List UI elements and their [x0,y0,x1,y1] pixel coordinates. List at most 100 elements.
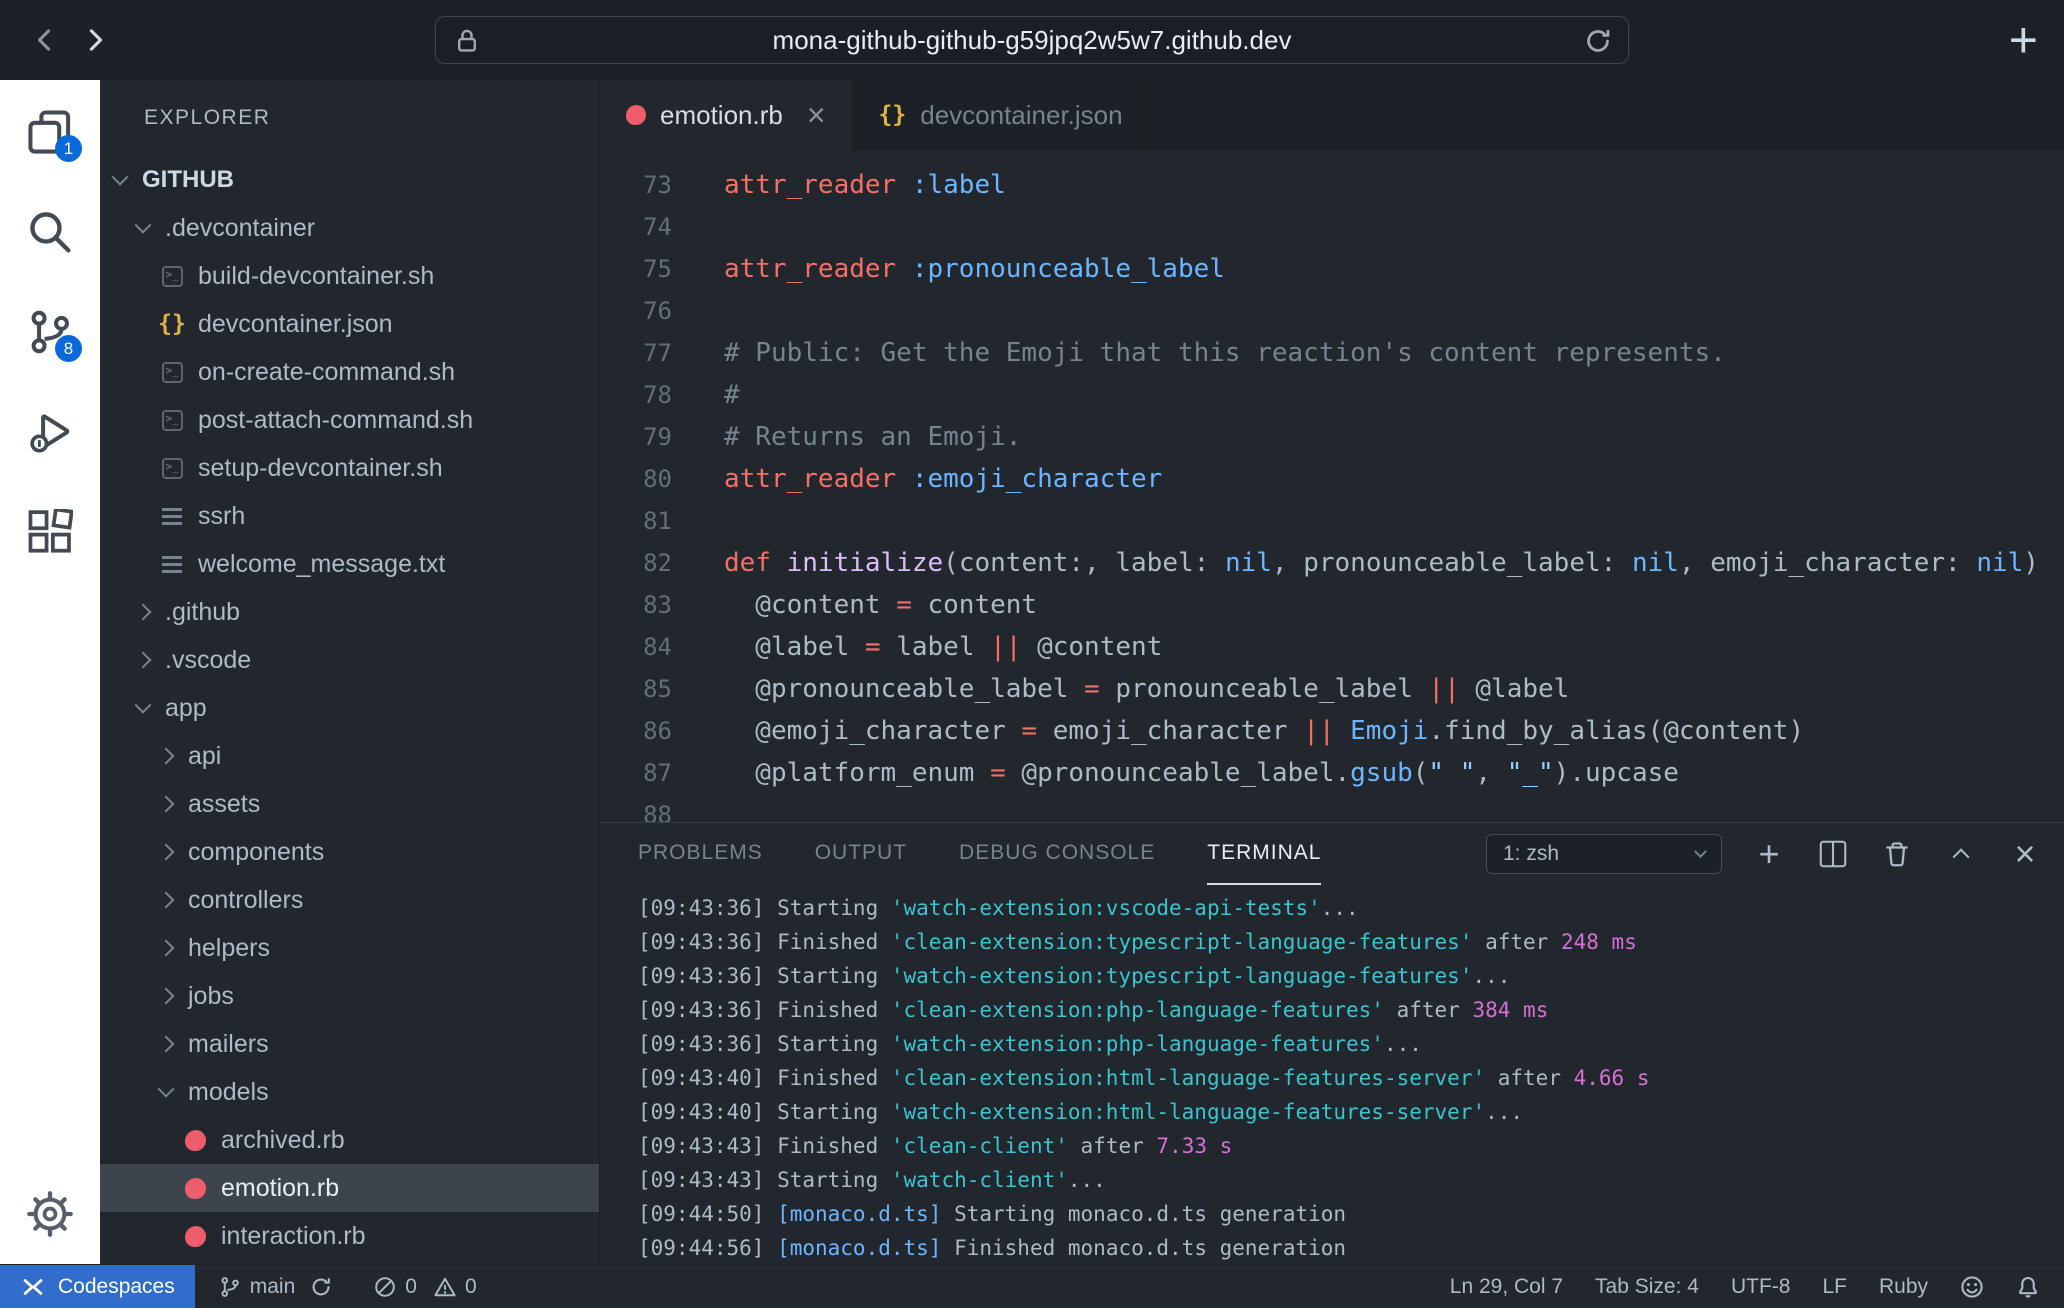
branch-status-button[interactable]: main [205,1265,347,1308]
tree-item-helpers[interactable]: helpers [100,924,599,972]
tree-item--github[interactable]: .github [100,588,599,636]
tree-item--vscode[interactable]: .vscode [100,636,599,684]
ruby-glyph [185,1130,206,1151]
feedback-button[interactable] [1944,1265,2000,1308]
tree-item-label: .devcontainer [165,214,315,243]
activity-search-button[interactable] [26,208,74,256]
tree-item-label: app [165,694,207,723]
refresh-button[interactable] [1584,27,1612,55]
tree-item-assets[interactable]: assets [100,780,599,828]
tree-item-label: welcome_message.txt [198,550,445,579]
terminal-output[interactable]: [09:43:36] Starting 'watch-extension:vsc… [600,885,2064,1264]
tree-item-ssrh[interactable]: ssrh [100,492,599,540]
tree-item-welcome-message-txt[interactable]: welcome_message.txt [100,540,599,588]
address-bar[interactable]: mona-github-github-g59jpq2w5w7.github.de… [435,16,1629,64]
activity-explorer-button[interactable]: 1 [26,108,74,156]
tree-item-github[interactable]: GITHUB [100,156,599,204]
tree-item--devcontainer[interactable]: .devcontainer [100,204,599,252]
forward-button[interactable] [74,20,114,60]
close-tab-button[interactable] [807,99,826,131]
maximize-panel-button[interactable] [1944,837,1978,871]
tree-item-label: devcontainer.json [198,310,393,339]
tree-item-mailers[interactable]: mailers [100,1020,599,1068]
panel-tab-terminal[interactable]: TERMINAL [1207,823,1321,885]
sidebar-explorer: EXPLORER GITHUB.devcontainerbuild-devcon… [100,80,600,1264]
sync-icon [310,1276,332,1298]
code-line: 74 [600,206,2064,248]
tree-item-archived-rb[interactable]: archived.rb [100,1116,599,1164]
ruby-glyph [185,1178,206,1199]
eol-button[interactable]: LF [1806,1265,1863,1308]
activity-run-debug-button[interactable] [26,408,74,456]
line-number: 73 [600,164,672,206]
terminal-line: [09:43:36] Starting 'watch-extension:vsc… [638,891,2064,925]
encoding-button[interactable]: UTF-8 [1715,1265,1807,1308]
tree-item-setup-devcontainer-sh[interactable]: setup-devcontainer.sh [100,444,599,492]
chevron-right-icon [158,748,175,765]
terminal-line: [09:43:43] Finished 'clean-client' after… [638,1129,2064,1163]
token: || [990,632,1021,662]
tree-item-controllers[interactable]: controllers [100,876,599,924]
tree-item-models[interactable]: models [100,1068,599,1116]
tree-item-components[interactable]: components [100,828,599,876]
codespaces-status-button[interactable]: Codespaces [0,1265,195,1308]
code-text [672,500,724,542]
workbench: 1 8 EXPLOR [0,80,2064,1264]
settings-button[interactable] [26,1190,74,1238]
code-text: def initialize(content:, label: nil, pro… [672,542,2039,584]
language-mode-button[interactable]: Ruby [1863,1265,1944,1308]
tree-item-label: components [188,838,324,867]
close-panel-button[interactable] [2008,837,2042,871]
tree-item-build-devcontainer-sh[interactable]: build-devcontainer.sh [100,252,599,300]
panel-tab-debug-console[interactable]: DEBUG CONSOLE [959,823,1155,885]
branch-icon [219,1276,241,1298]
shell-glyph [162,410,183,431]
tree-item-label: assets [188,790,260,819]
token: # [724,380,740,410]
terminal-line: [09:43:40] Finished 'clean-extension:htm… [638,1061,2064,1095]
panel-tab-output[interactable]: OUTPUT [815,823,907,885]
token: after [1472,930,1561,954]
token: ... [1321,896,1359,920]
problems-status-button[interactable]: 0 0 [360,1265,490,1308]
token: label [881,632,991,662]
activity-source-control-button[interactable]: 8 [26,308,74,356]
shell-selector-value: 1: zsh [1503,842,1559,866]
new-terminal-button[interactable] [1752,837,1786,871]
code-text: attr_reader :pronounceable_label [672,248,1225,290]
token: @content [724,590,896,620]
tree-item-label: jobs [188,982,234,1011]
tree-item-post-attach-command-sh[interactable]: post-attach-command.sh [100,396,599,444]
trash-icon [1883,840,1911,868]
chevron-right-icon [158,940,175,957]
new-tab-button[interactable] [2009,12,2038,68]
smiley-icon [1960,1275,1984,1299]
back-button[interactable] [26,20,66,60]
panel-header: PROBLEMS OUTPUT DEBUG CONSOLE TERMINAL 1: z… [600,823,2064,885]
code-line: 80attr_reader :emoji_character [600,458,2064,500]
editor[interactable]: 73attr_reader :label7475attr_reader :pro… [600,150,2064,822]
panel-tab-problems[interactable]: PROBLEMS [638,823,763,885]
tree-item-interaction-rb[interactable]: interaction.rb [100,1212,599,1260]
tab-devcontainer-json[interactable]: devcontainer.json [853,80,1150,150]
activity-extensions-button[interactable] [26,508,74,556]
shell-glyph [162,458,183,479]
tab-emotion-rb[interactable]: emotion.rb [600,80,853,150]
tree-item-jobs[interactable]: jobs [100,972,599,1020]
tree-item-devcontainer-json[interactable]: devcontainer.json [100,300,599,348]
back-icon [33,27,59,53]
notifications-button[interactable] [2000,1265,2056,1308]
terminal-shell-selector[interactable]: 1: zsh [1486,834,1722,874]
tree-item-api[interactable]: api [100,732,599,780]
token: 'watch-extension:typescript-language-fea… [891,964,1473,988]
cursor-position-button[interactable]: Ln 29, Col 7 [1434,1265,1579,1308]
tree-item-emotion-rb[interactable]: emotion.rb [100,1164,599,1212]
activity-bar: 1 8 [0,80,100,1264]
indentation-button[interactable]: Tab Size: 4 [1579,1265,1715,1308]
tree-item-app[interactable]: app [100,684,599,732]
tree-item-on-create-command-sh[interactable]: on-create-command.sh [100,348,599,396]
token: 384 ms [1472,998,1548,1022]
split-terminal-button[interactable] [1816,837,1850,871]
kill-terminal-button[interactable] [1880,837,1914,871]
token: 'watch-extension:php-language-features' [891,1032,1384,1056]
